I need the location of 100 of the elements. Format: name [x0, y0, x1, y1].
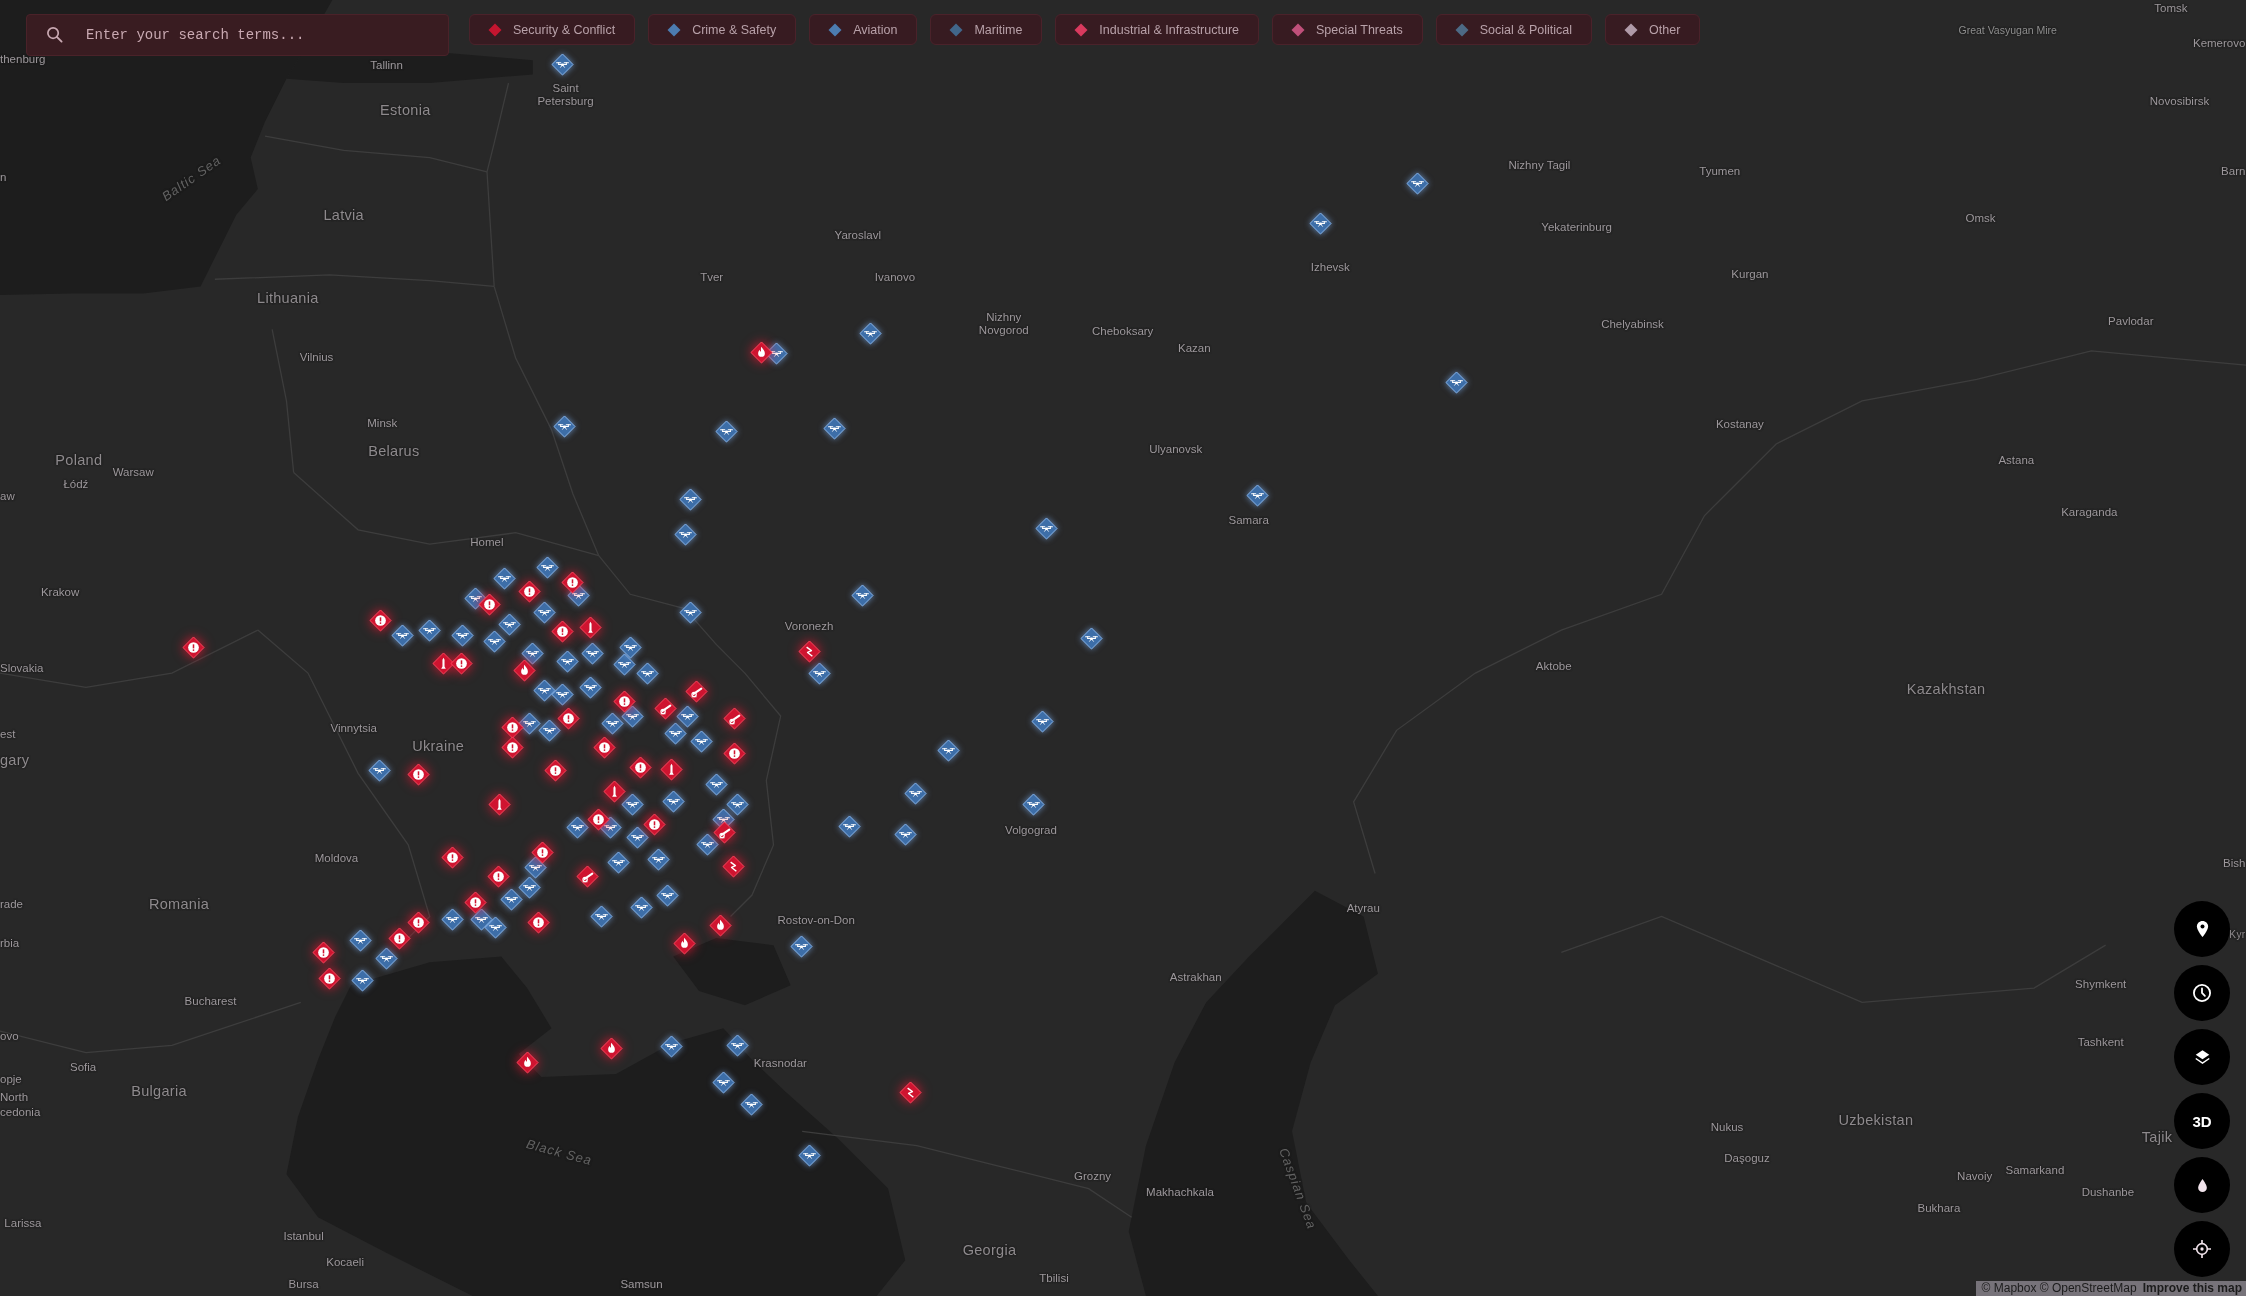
cannon-marker-icon[interactable]: [575, 864, 599, 888]
improve-map-link[interactable]: Improve this map: [2142, 1281, 2242, 1296]
alert-marker-icon[interactable]: [612, 690, 636, 714]
alert-marker-icon[interactable]: [388, 926, 411, 950]
alert-marker-icon[interactable]: [478, 592, 502, 616]
drone-marker-icon[interactable]: [790, 935, 814, 959]
drone-marker-icon[interactable]: [726, 1033, 749, 1057]
drone-marker-icon[interactable]: [484, 916, 507, 940]
filter-chip[interactable]: Security & Conflict: [469, 14, 636, 45]
drone-marker-icon[interactable]: [612, 652, 636, 676]
search-field[interactable]: Enter your search terms...: [26, 14, 449, 56]
drone-marker-icon[interactable]: [690, 730, 714, 754]
missile-marker-icon[interactable]: [578, 615, 602, 639]
drone-marker-icon[interactable]: [678, 488, 702, 512]
drone-marker-icon[interactable]: [621, 793, 645, 817]
drone-marker-icon[interactable]: [726, 793, 749, 817]
alert-marker-icon[interactable]: [501, 736, 525, 759]
drone-marker-icon[interactable]: [621, 704, 645, 728]
drone-marker-icon[interactable]: [661, 790, 685, 814]
alert-marker-icon[interactable]: [587, 807, 611, 831]
alert-marker-icon[interactable]: [557, 707, 580, 731]
lightning-marker-icon[interactable]: [721, 854, 745, 878]
alert-marker-icon[interactable]: [592, 736, 616, 759]
missile-marker-icon[interactable]: [602, 780, 626, 804]
drone-marker-icon[interactable]: [451, 624, 474, 648]
alert-marker-icon[interactable]: [723, 741, 747, 765]
drone-marker-icon[interactable]: [630, 896, 653, 920]
alert-marker-icon[interactable]: [531, 840, 555, 864]
drone-marker-icon[interactable]: [850, 584, 874, 608]
filter-chip[interactable]: Aviation: [809, 14, 918, 45]
filter-chip[interactable]: Industrial & Infrastructure: [1055, 14, 1259, 45]
drone-marker-icon[interactable]: [714, 419, 738, 443]
filter-chip[interactable]: Special Threats: [1272, 14, 1423, 45]
drone-marker-icon[interactable]: [492, 567, 516, 590]
drone-marker-icon[interactable]: [823, 416, 847, 440]
drone-marker-icon[interactable]: [418, 618, 442, 642]
alert-marker-icon[interactable]: [463, 890, 487, 914]
alert-marker-icon[interactable]: [369, 608, 393, 632]
missile-marker-icon[interactable]: [660, 757, 684, 781]
drone-marker-icon[interactable]: [704, 773, 728, 797]
alert-marker-icon[interactable]: [312, 940, 336, 964]
missile-marker-icon[interactable]: [488, 793, 512, 817]
cannon-marker-icon[interactable]: [654, 697, 678, 721]
alert-marker-icon[interactable]: [406, 763, 430, 787]
drone-marker-icon[interactable]: [655, 883, 679, 907]
fire-marker-icon[interactable]: [600, 1036, 623, 1060]
alert-marker-icon[interactable]: [441, 846, 464, 870]
drone-marker-icon[interactable]: [581, 641, 605, 665]
drone-marker-icon[interactable]: [618, 635, 642, 659]
drone-marker-icon[interactable]: [837, 814, 861, 838]
cannon-marker-icon[interactable]: [723, 707, 747, 731]
drone-marker-icon[interactable]: [538, 718, 562, 742]
drone-marker-icon[interactable]: [565, 816, 589, 840]
drone-marker-icon[interactable]: [532, 678, 556, 702]
drone-marker-icon[interactable]: [521, 641, 545, 665]
drone-marker-icon[interactable]: [859, 322, 883, 346]
drone-marker-icon[interactable]: [350, 969, 374, 993]
drone-marker-icon[interactable]: [1031, 710, 1054, 734]
drone-marker-icon[interactable]: [390, 624, 414, 648]
filter-chip[interactable]: Maritime: [930, 14, 1043, 45]
filter-chip[interactable]: Crime & Safety: [648, 14, 797, 45]
cannon-marker-icon[interactable]: [713, 820, 737, 844]
drone-marker-icon[interactable]: [625, 826, 649, 850]
drone-marker-icon[interactable]: [1308, 211, 1332, 235]
alert-marker-icon[interactable]: [628, 756, 652, 780]
drone-marker-icon[interactable]: [807, 661, 831, 685]
drone-marker-icon[interactable]: [797, 1144, 821, 1168]
drone-marker-icon[interactable]: [349, 929, 373, 953]
drone-marker-icon[interactable]: [552, 415, 576, 439]
lightning-marker-icon[interactable]: [899, 1081, 923, 1105]
drone-marker-icon[interactable]: [675, 704, 699, 728]
drone-marker-icon[interactable]: [740, 1092, 764, 1116]
drone-marker-icon[interactable]: [532, 601, 556, 625]
drone-marker-icon[interactable]: [589, 905, 613, 928]
drone-marker-icon[interactable]: [664, 721, 688, 745]
drone-marker-icon[interactable]: [518, 711, 542, 735]
alert-marker-icon[interactable]: [518, 579, 542, 603]
drone-marker-icon[interactable]: [903, 781, 927, 805]
drone-marker-icon[interactable]: [1079, 627, 1103, 651]
drone-marker-icon[interactable]: [535, 555, 559, 579]
alert-marker-icon[interactable]: [561, 571, 585, 595]
drone-marker-icon[interactable]: [601, 711, 625, 735]
drone-marker-icon[interactable]: [647, 847, 671, 871]
drone-marker-icon[interactable]: [524, 856, 548, 880]
drone-marker-icon[interactable]: [482, 630, 506, 653]
alert-marker-icon[interactable]: [406, 910, 430, 934]
drone-marker-icon[interactable]: [607, 850, 631, 874]
fire-marker-icon[interactable]: [673, 932, 696, 956]
alert-marker-icon[interactable]: [181, 635, 205, 659]
fire-marker-icon[interactable]: [512, 658, 536, 682]
fire-marker-icon[interactable]: [515, 1051, 539, 1074]
drone-marker-icon[interactable]: [1245, 484, 1269, 507]
alert-marker-icon[interactable]: [551, 620, 575, 643]
drone-marker-icon[interactable]: [1406, 171, 1430, 195]
cannon-marker-icon[interactable]: [684, 680, 708, 704]
drone-marker-icon[interactable]: [469, 907, 493, 931]
fire-marker-icon[interactable]: [708, 913, 732, 937]
drone-marker-icon[interactable]: [1022, 793, 1046, 817]
alert-marker-icon[interactable]: [544, 758, 568, 782]
drone-marker-icon[interactable]: [1444, 370, 1468, 394]
